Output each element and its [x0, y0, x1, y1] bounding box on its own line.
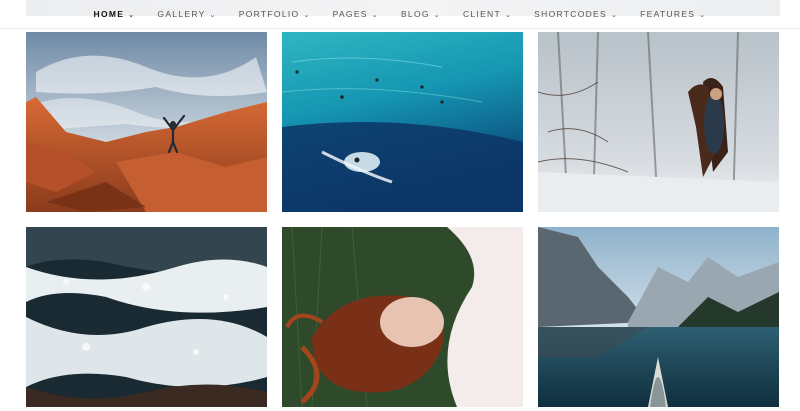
gallery-photo-ocean-surfers[interactable]	[282, 32, 523, 212]
nav-item-shortcodes[interactable]: SHORTCODES ⌄	[534, 9, 618, 19]
chevron-down-icon: ⌄	[303, 12, 311, 19]
chevron-down-icon: ⌄	[699, 12, 707, 19]
nav-item-client[interactable]: CLIENT ⌄	[463, 9, 512, 19]
nav-item-blog[interactable]: BLOG ⌄	[401, 9, 441, 19]
nav-item-label: CLIENT	[462, 9, 501, 19]
photo-girl-with-horse	[538, 32, 779, 212]
gallery-photo-red-rock-canyon[interactable]	[26, 32, 267, 212]
nav-item-label: PORTFOLIO	[238, 9, 300, 19]
nav-item-gallery[interactable]: GALLERY ⌄	[157, 9, 216, 19]
photo-crashing-waves	[26, 227, 267, 407]
nav-item-portfolio[interactable]: PORTFOLIO ⌄	[239, 9, 311, 19]
gallery-photo-crashing-waves[interactable]	[26, 227, 267, 407]
chevron-down-icon: ⌄	[433, 12, 441, 19]
chevron-down-icon: ⌄	[610, 12, 619, 19]
gallery-photo-woman-on-grass[interactable]	[282, 227, 523, 407]
nav-item-label: FEATURES	[640, 9, 696, 19]
gallery-photo-girl-with-horse[interactable]	[538, 32, 779, 212]
nav-item-home[interactable]: HOME ⌄	[94, 9, 136, 19]
photo-woman-on-grass	[282, 227, 523, 407]
nav-item-label: BLOG	[400, 9, 430, 19]
main-navigation: HOME ⌄ GALLERY ⌄ PORTFOLIO ⌄ PAGES ⌄ BLO…	[0, 0, 800, 28]
chevron-down-icon: ⌄	[209, 12, 217, 19]
nav-item-features[interactable]: FEATURES ⌄	[640, 9, 706, 19]
photo-gallery-grid	[26, 32, 779, 407]
nav-item-label: HOME	[93, 9, 125, 19]
photo-mountain-lake	[538, 227, 779, 407]
nav-item-pages[interactable]: PAGES ⌄	[333, 9, 379, 19]
nav-item-label: PAGES	[332, 9, 368, 19]
chevron-down-icon: ⌄	[128, 12, 136, 19]
photo-red-rock-canyon	[26, 32, 267, 212]
chevron-down-icon: ⌄	[371, 12, 379, 19]
nav-item-label: GALLERY	[157, 9, 206, 19]
nav-divider	[0, 28, 800, 29]
photo-ocean-surfers	[282, 32, 523, 212]
chevron-down-icon: ⌄	[504, 12, 513, 19]
nav-item-label: SHORTCODES	[534, 9, 607, 19]
gallery-photo-mountain-lake[interactable]	[538, 227, 779, 407]
